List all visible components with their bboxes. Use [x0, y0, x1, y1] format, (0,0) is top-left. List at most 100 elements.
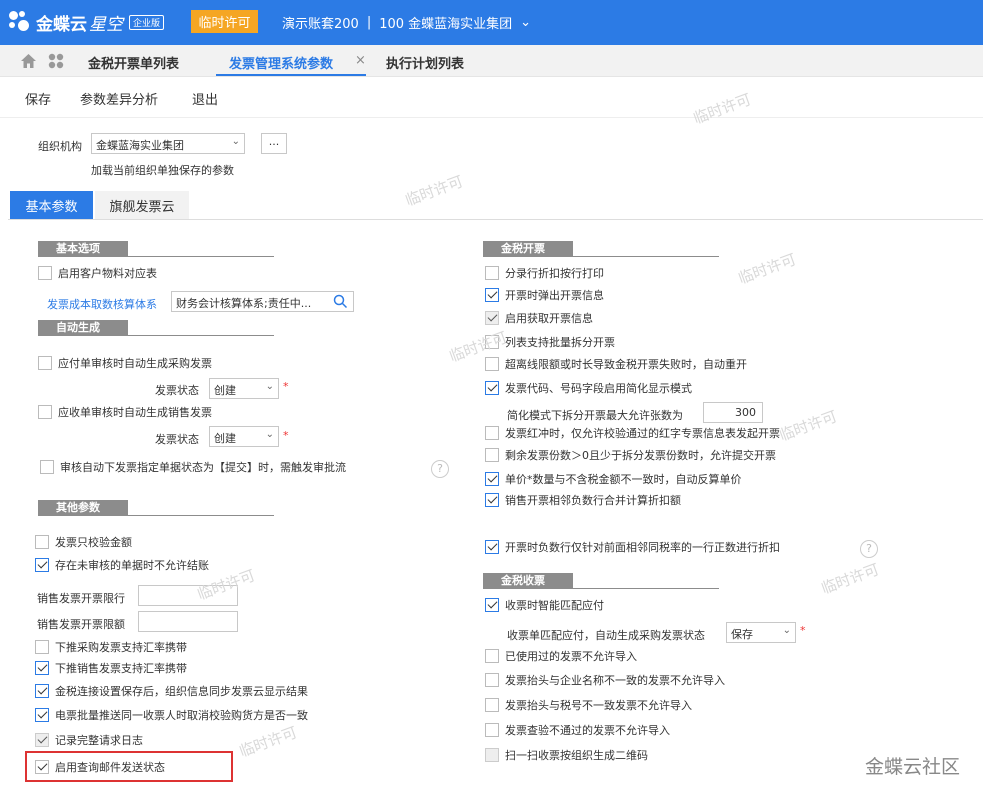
checkbox-box	[35, 661, 49, 675]
help-icon[interactable]: ?	[431, 460, 449, 478]
checkbox-box	[485, 381, 499, 395]
red-flush-checkbox[interactable]: 发票红冲时，仅允许校验通过的红字专票信息表发起开票	[485, 425, 780, 441]
exit-button[interactable]: 退出	[192, 89, 218, 108]
batch-push-checkbox[interactable]: 电票批量推送同一收票人时取消校验购货方是否一致	[35, 707, 308, 723]
app-logo[interactable]: 金蝶云 星空 企业版	[6, 8, 165, 36]
checkbox-box	[485, 698, 499, 712]
section-basic-header: 基本选项	[38, 241, 128, 257]
title-mismatch-checkbox[interactable]: 发票抬头与企业名称不一致的发票不允许导入	[485, 672, 725, 688]
match-status-select[interactable]: 保存 ⌄	[726, 622, 796, 643]
push-sale-checkbox[interactable]: 下推销售发票支持汇率携带	[35, 660, 187, 676]
checkbox-label: 审核自动下发票指定单据状态为【提交】时，需触发审批流	[60, 461, 346, 474]
audit-submit-checkbox[interactable]: 审核自动下发票指定单据状态为【提交】时，需触发审批流	[40, 459, 346, 475]
checkbox-label: 收票时智能匹配应付	[505, 599, 604, 612]
edition-badge: 企业版	[129, 14, 165, 30]
chevron-down-icon: ⌄	[265, 429, 274, 440]
cost-system-link[interactable]: 发票成本取数核算体系	[47, 296, 157, 312]
temp-license-button[interactable]: 临时许可	[191, 10, 258, 33]
checkbox-box	[485, 723, 499, 737]
help-icon[interactable]: ?	[860, 540, 878, 558]
ap-auto-checkbox[interactable]: 应付单审核时自动生成采购发票	[38, 355, 212, 371]
invoice-status-select[interactable]: 创建 ⌄	[209, 378, 279, 399]
apps-grid-icon[interactable]	[48, 53, 64, 69]
select-value: 创建	[214, 384, 236, 397]
highlight-box	[25, 751, 233, 782]
tab-invoice-params[interactable]: 发票管理系统参数	[229, 53, 333, 72]
tab-basic-params[interactable]: 基本参数	[10, 191, 93, 219]
org-hint: 加载当前组织单独保存的参数	[91, 164, 234, 177]
app-name-2: 星空	[89, 14, 123, 35]
split-print-checkbox[interactable]: 分录行折扣按行打印	[485, 265, 604, 281]
checkbox-label: 存在未审核的单据时不允许结账	[55, 559, 209, 572]
timeout-checkbox[interactable]: 超离线限额或时长导致金税开票失败时，自动重开	[485, 356, 747, 372]
unaudited-checkbox[interactable]: 存在未审核的单据时不允许结账	[35, 557, 209, 573]
watermark: 临时许可	[818, 560, 882, 598]
qr-checkbox[interactable]: 扫一扫收票按组织生成二维码	[485, 747, 648, 763]
checkbox-label: 应收单审核时自动生成销售发票	[58, 406, 212, 419]
section-receive-header: 金税收票	[483, 573, 573, 589]
chevron-down-icon: ⌄	[265, 381, 274, 392]
checkbox-label: 金税连接设置保存后，组织信息同步发票云显示结果	[55, 685, 308, 698]
ar-auto-checkbox[interactable]: 应收单审核时自动生成销售发票	[38, 404, 212, 420]
tab-flagship-cloud[interactable]: 旗舰发票云	[95, 191, 189, 219]
checkbox-label: 发票抬头与税号不一致发票不允许导入	[505, 699, 692, 712]
unit-price-checkbox[interactable]: 单价*数量与不含税金额不一致时，自动反算单价	[485, 471, 742, 487]
checkbox-label: 剩余发票份数＞0且少于拆分发票份数时，允许提交开票	[505, 449, 776, 462]
tab-schedule-list[interactable]: 执行计划列表	[386, 53, 464, 72]
check-fail-checkbox[interactable]: 发票查验不通过的发票不允许导入	[485, 722, 670, 738]
toolbar: 保存 参数差异分析 退出	[0, 78, 983, 118]
invoice-status-label: 发票状态	[155, 433, 199, 446]
request-log-checkbox[interactable]: 记录完整请求日志	[35, 732, 143, 748]
checkbox-label: 记录完整请求日志	[55, 734, 143, 747]
section-tax-header: 金税开票	[483, 241, 573, 257]
community-brand: 金蝶云社区	[865, 756, 961, 778]
checkbox-label: 开票时弹出开票信息	[505, 289, 604, 302]
home-icon[interactable]	[20, 53, 37, 69]
diff-analysis-button[interactable]: 参数差异分析	[80, 89, 158, 108]
remain-checkbox[interactable]: 剩余发票份数＞0且少于拆分发票份数时，允许提交开票	[485, 447, 776, 463]
used-checkbox[interactable]: 已使用过的发票不允许导入	[485, 648, 637, 664]
top-bar: 金蝶云 星空 企业版 临时许可 演示账套200 | 100 金蝶蓝海实业集团 ⌄	[0, 0, 983, 45]
match-ap-checkbox[interactable]: 收票时智能匹配应付	[485, 597, 604, 613]
sale-limit-row-label: 销售发票开票限行	[37, 592, 125, 605]
get-info-checkbox[interactable]: 启用获取开票信息	[485, 310, 593, 326]
code-simple-checkbox[interactable]: 发票代码、号码字段启用简化显示模式	[485, 380, 692, 396]
org-label: 组织机构	[38, 140, 82, 153]
checkbox-box	[485, 472, 499, 486]
org-more-button[interactable]: ...	[261, 133, 287, 154]
sale-limit-amt-label: 销售发票开票限额	[37, 618, 125, 631]
discount-checkbox[interactable]: 销售开票相邻负数行合并计算折扣额	[485, 492, 681, 508]
checkbox-label: 应付单审核时自动生成采购发票	[58, 357, 212, 370]
sale-limit-amt-input[interactable]	[138, 611, 238, 632]
tax-mismatch-checkbox[interactable]: 发票抬头与税号不一致发票不允许导入	[485, 697, 692, 713]
app-name: 金蝶云	[36, 14, 87, 35]
checkbox-label: 下推采购发票支持汇率携带	[55, 641, 187, 654]
tab-invoice-list[interactable]: 金税开票单列表	[88, 53, 179, 72]
checkbox-box	[485, 357, 499, 371]
section-other-header: 其他参数	[38, 500, 128, 516]
cost-system-select[interactable]: 财务会计核算体系;责任中...	[171, 291, 354, 312]
checkbox-label: 发票查验不通过的发票不允许导入	[505, 724, 670, 737]
checkbox-label: 已使用过的发票不允许导入	[505, 650, 637, 663]
tab-bar: 金税开票单列表 发票管理系统参数 × 执行计划列表	[0, 45, 983, 77]
account-switcher[interactable]: 演示账套200 | 100 金蝶蓝海实业集团 ⌄	[282, 13, 531, 32]
org-select[interactable]: 金蝶蓝海实业集团 ⌄	[91, 133, 245, 154]
checkbox-label: 发票只校验金额	[55, 536, 132, 549]
checkbox-label: 下推销售发票支持汇率携带	[55, 662, 187, 675]
section-divider	[38, 515, 274, 516]
close-icon[interactable]: ×	[355, 53, 366, 68]
checkbox-label: 扫一扫收票按组织生成二维码	[505, 749, 648, 762]
save-button[interactable]: 保存	[25, 89, 51, 108]
search-icon[interactable]	[333, 294, 348, 309]
neg-row-checkbox[interactable]: 开票时负数行仅针对前面相邻同税率的一行正数进行折扣	[485, 539, 780, 555]
checkbox-box	[485, 598, 499, 612]
popup-checkbox[interactable]: 开票时弹出开票信息	[485, 287, 604, 303]
checkbox-box	[40, 460, 54, 474]
only-amount-checkbox[interactable]: 发票只校验金额	[35, 534, 132, 550]
sync-cloud-checkbox[interactable]: 金税连接设置保存后，组织信息同步发票云显示结果	[35, 683, 308, 699]
org-name: 100 金蝶蓝海实业集团	[379, 17, 513, 32]
invoice-status-select[interactable]: 创建 ⌄	[209, 426, 279, 447]
cust-material-checkbox[interactable]: 启用客户物料对应表	[38, 265, 157, 281]
max-split-input[interactable]: 300	[703, 402, 763, 423]
push-purchase-checkbox[interactable]: 下推采购发票支持汇率携带	[35, 639, 187, 655]
